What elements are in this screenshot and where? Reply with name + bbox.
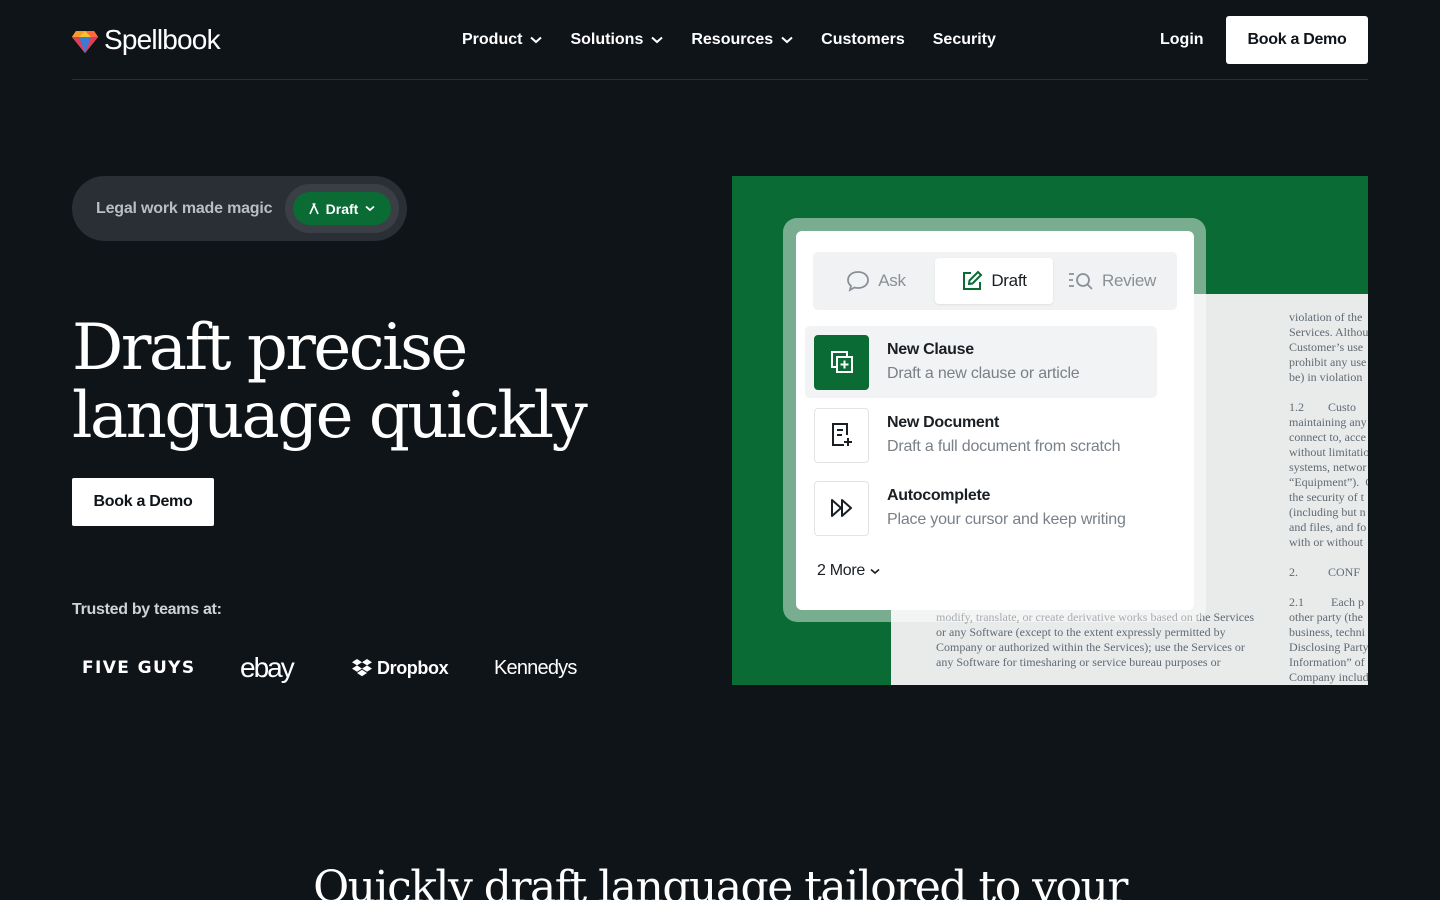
nav-item-solutions[interactable]: Solutions (570, 31, 664, 49)
brand-name: Spellbook (104, 23, 221, 55)
hero-headline-line2: language quickly (72, 379, 588, 453)
customer-logos: FIVE GUYS ebay Dropbox Kennedys (82, 648, 577, 688)
trusted-by-label: Trusted by teams at: (72, 601, 222, 618)
option-autocomplete[interactable]: Autocomplete Place your cursor and keep … (805, 472, 1157, 544)
nav-item-resources[interactable]: Resources (691, 31, 793, 49)
tab-review[interactable]: Review (1053, 258, 1171, 304)
brand-logo[interactable]: Spellbook (72, 23, 221, 56)
add-document-icon (814, 407, 869, 463)
option-title: New Document (887, 414, 999, 431)
chevron-down-icon (870, 568, 880, 574)
login-link[interactable]: Login (1160, 31, 1204, 49)
document-text-column: violation of the Services. Althou Custom… (1289, 310, 1368, 684)
book-demo-button[interactable]: Book a Demo (1226, 16, 1368, 64)
ebay-logo: ebay (240, 652, 295, 683)
hero-book-demo-button[interactable]: Book a Demo (72, 478, 214, 526)
product-preview: oany will use the Services ereto as r wi… (732, 176, 1368, 685)
hero-headline: Draft precise language quickly (72, 314, 632, 450)
five-guys-logo: FIVE GUYS (82, 658, 196, 678)
nav-item-label: Security (932, 31, 996, 48)
mode-dropdown-wrapper: Draft (285, 184, 399, 233)
tab-label: Ask (878, 271, 906, 290)
mode-dropdown[interactable]: Draft (293, 192, 391, 225)
option-description: Place your cursor and keep writing (887, 511, 1126, 528)
nav-item-customers[interactable]: Customers (821, 31, 905, 49)
tab-draft[interactable]: Draft (935, 258, 1053, 304)
review-search-icon (1069, 273, 1093, 290)
top-navigation: Spellbook Product Solutions Resources Cu… (72, 0, 1368, 80)
more-options-toggle[interactable]: 2 More (817, 562, 880, 580)
option-new-clause[interactable]: New Clause Draft a new clause or article (805, 326, 1157, 398)
nav-item-product[interactable]: Product (462, 31, 543, 49)
chat-bubble-icon (847, 271, 870, 292)
main-menu: Product Solutions Resources Customers Se… (462, 0, 996, 80)
gem-icon (72, 30, 98, 53)
dropbox-icon (352, 659, 372, 677)
option-description: Draft a new clause or article (887, 365, 1080, 382)
edit-icon (963, 270, 983, 290)
mode-tabs: Ask Draft Review (813, 252, 1177, 310)
hero-headline-line1: Draft precise (72, 311, 468, 385)
option-title: Autocomplete (887, 487, 991, 504)
dropbox-wordmark: Dropbox (377, 657, 449, 678)
add-clause-icon (814, 334, 869, 390)
more-options-label: 2 More (817, 562, 865, 579)
nav-item-label: Product (462, 31, 523, 48)
nav-item-label: Customers (821, 31, 905, 48)
option-description: Draft a full document from scratch (887, 438, 1121, 455)
draft-menu-card: Ask Draft Review New Clause Draft a new … (796, 231, 1194, 610)
tab-label: Review (1102, 271, 1156, 290)
kennedys-logo: Kennedys (494, 656, 577, 679)
nav-item-label: Solutions (570, 31, 644, 48)
tab-ask[interactable]: Ask (817, 258, 935, 304)
dropbox-logo: Dropbox (352, 658, 494, 679)
chevron-down-icon (365, 205, 375, 212)
section-heading: Quickly draft language tailored to your (313, 862, 1128, 900)
fast-forward-icon (814, 480, 869, 536)
tab-label: Draft (991, 271, 1027, 290)
nav-item-label: Resources (691, 31, 774, 48)
mode-dropdown-label: Draft (325, 200, 359, 217)
chevron-down-icon (651, 36, 664, 44)
option-title: New Clause (887, 341, 974, 358)
tagline-pill: Legal work made magic Draft (72, 176, 407, 241)
chevron-down-icon (530, 36, 543, 44)
draft-mode-icon (308, 202, 319, 214)
tagline-text: Legal work made magic (96, 199, 273, 217)
chevron-down-icon (781, 36, 793, 44)
option-new-document[interactable]: New Document Draft a full document from … (805, 399, 1157, 471)
nav-item-security[interactable]: Security (933, 31, 996, 49)
